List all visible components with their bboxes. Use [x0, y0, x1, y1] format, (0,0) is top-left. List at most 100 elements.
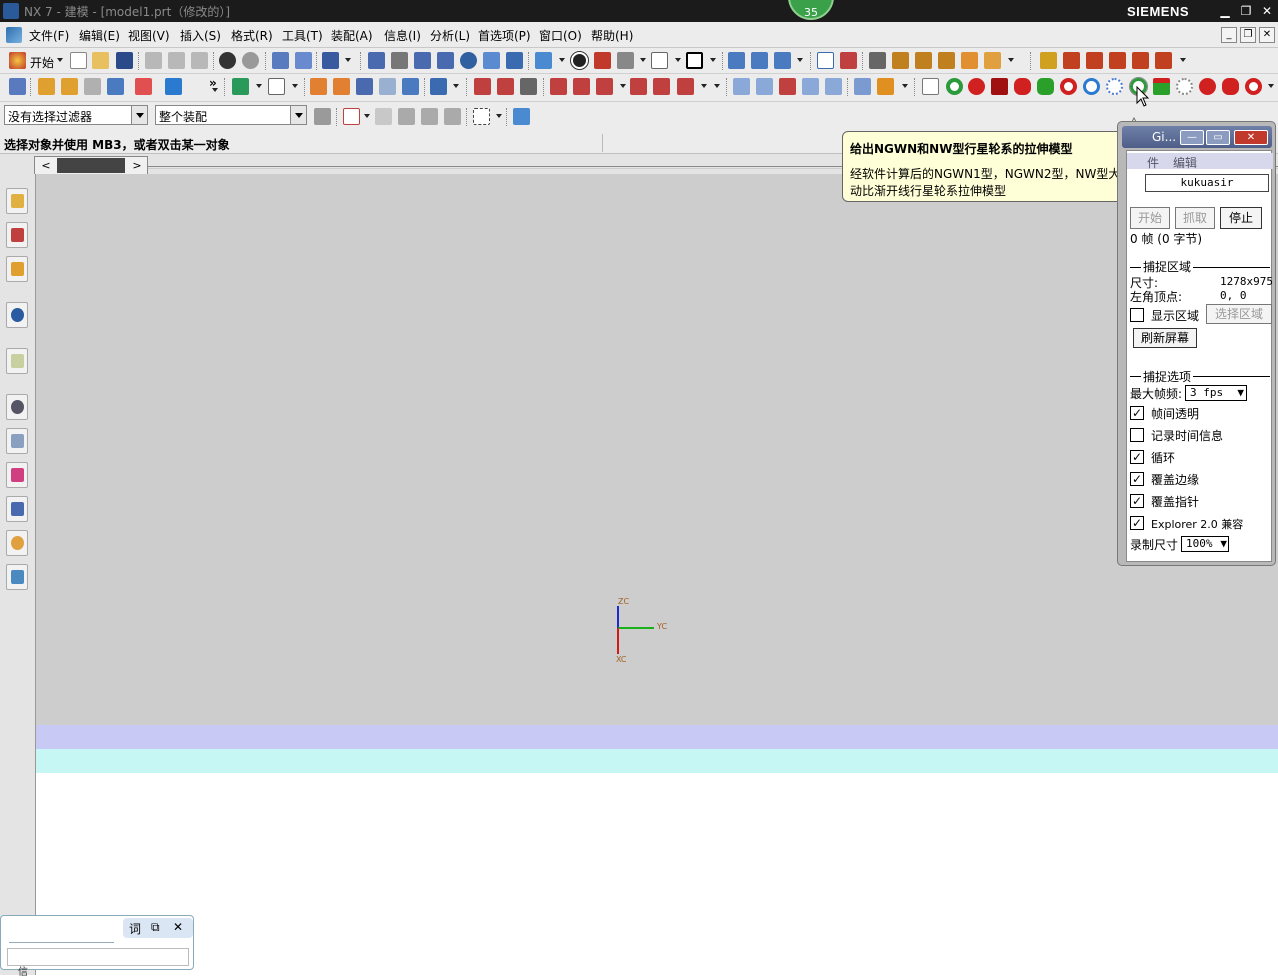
chevron-down-icon[interactable]: ▼: [1220, 537, 1227, 551]
cut-icon[interactable]: [145, 52, 162, 69]
recorder-titlebar[interactable]: Gi... — ▭ ✕: [1122, 126, 1272, 148]
system-scenes-tab[interactable]: [6, 564, 28, 590]
bridge-icon[interactable]: [630, 78, 647, 95]
layout-icon[interactable]: [651, 52, 668, 69]
dictionary-button[interactable]: 词: [129, 920, 141, 937]
curve-wave-icon[interactable]: [520, 78, 537, 95]
menu-help[interactable]: 帮助(H): [591, 27, 633, 44]
spline-icon[interactable]: [497, 78, 514, 95]
gear-ring-red-icon[interactable]: [1060, 78, 1077, 95]
menu-format[interactable]: 格式(R): [231, 27, 273, 44]
type-filter-select[interactable]: 没有选择过滤器: [4, 105, 148, 125]
wrap-icon[interactable]: [677, 78, 694, 95]
revolve-icon[interactable]: [61, 78, 78, 95]
app-menu-icon[interactable]: [6, 27, 22, 43]
gear-red-icon[interactable]: [968, 78, 985, 95]
mdi-close-button[interactable]: ✕: [1259, 27, 1275, 43]
edge-blend-icon[interactable]: [310, 78, 327, 95]
explorer-checkbox[interactable]: ✓: [1130, 516, 1144, 530]
rotate-icon[interactable]: [460, 52, 477, 69]
gear-red2-icon[interactable]: [1199, 78, 1216, 95]
chevron-down-icon[interactable]: [290, 106, 306, 124]
surface-icon[interactable]: [733, 78, 750, 95]
paste-icon[interactable]: [191, 52, 208, 69]
recorder-start-button[interactable]: 开始: [1130, 207, 1170, 229]
wcs-icon[interactable]: [728, 52, 745, 69]
point-set-icon[interactable]: [474, 78, 491, 95]
gear-outline-icon[interactable]: [1106, 78, 1123, 95]
shaded-icon[interactable]: [570, 51, 589, 70]
zoom-icon[interactable]: [391, 52, 408, 69]
perspective-icon[interactable]: [506, 52, 523, 69]
gear-stack-icon[interactable]: [1153, 78, 1170, 95]
gear-green-icon[interactable]: [1037, 78, 1054, 95]
sheet-icon[interactable]: [268, 78, 285, 95]
intersect-icon[interactable]: [573, 78, 590, 95]
chamfer-icon[interactable]: [333, 78, 350, 95]
wcs-display-icon[interactable]: [774, 52, 791, 69]
add-component-icon[interactable]: [232, 78, 249, 95]
transparent-checkbox[interactable]: ✓: [1130, 406, 1144, 420]
angle-icon[interactable]: [915, 52, 932, 69]
face-icon[interactable]: [825, 78, 842, 95]
select-area-button[interactable]: 选择区域: [1206, 304, 1272, 324]
history-tab[interactable]: [6, 394, 28, 420]
cube-view-icon[interactable]: [535, 52, 552, 69]
redo-icon[interactable]: [242, 52, 259, 69]
web-browser-tab[interactable]: [6, 302, 28, 328]
restore-button[interactable]: ❐: [1238, 3, 1254, 19]
fit-icon[interactable]: [368, 52, 385, 69]
split-icon[interactable]: [1109, 52, 1126, 69]
palette-tab[interactable]: [6, 348, 28, 374]
recorder-name-field[interactable]: kukuasir: [1145, 174, 1269, 192]
recorder-close-button[interactable]: ✕: [1234, 130, 1268, 145]
body-icon[interactable]: [402, 78, 419, 95]
recorder-grab-button[interactable]: 抓取: [1175, 207, 1215, 229]
horizontal-scrollbar[interactable]: < >: [34, 156, 148, 175]
part-navigator-tab[interactable]: [6, 222, 28, 248]
open-folder-icon[interactable]: [92, 52, 109, 69]
pointer-checkbox[interactable]: ✓: [1130, 494, 1144, 508]
offset-icon[interactable]: [653, 78, 670, 95]
menu-file[interactable]: 文件(F): [29, 27, 69, 44]
offset-curve-icon[interactable]: [1155, 52, 1172, 69]
close-icon[interactable]: ✕: [173, 920, 183, 934]
timeinfo-checkbox[interactable]: [1130, 428, 1144, 442]
list-tab[interactable]: [6, 428, 28, 454]
recorder-stop-button[interactable]: 停止: [1220, 207, 1262, 229]
mdi-restore-button[interactable]: ❐: [1240, 27, 1256, 43]
point-icon[interactable]: [840, 52, 857, 69]
zoom-in-out-icon[interactable]: [437, 52, 454, 69]
projection-icon[interactable]: [550, 78, 567, 95]
menu-preferences[interactable]: 首选项(P): [478, 27, 531, 44]
knowledge-tab[interactable]: [6, 462, 28, 488]
gear-ring-blue-icon[interactable]: [1083, 78, 1100, 95]
selection-icon[interactable]: [322, 52, 339, 69]
notification-badge[interactable]: 35: [788, 0, 834, 20]
sew-icon[interactable]: [854, 78, 871, 95]
menu-window[interactable]: 窗口(O): [539, 27, 582, 44]
new-file-icon[interactable]: [70, 52, 87, 69]
refresh-screen-button[interactable]: 刷新屏幕: [1133, 328, 1197, 348]
eraser-icon[interactable]: [398, 108, 415, 125]
thicken-icon[interactable]: [877, 78, 894, 95]
extend-icon[interactable]: [1086, 52, 1103, 69]
recorder-minimize-button[interactable]: —: [1180, 130, 1204, 145]
wrench-icon[interactable]: [444, 108, 461, 125]
filter-settings-icon[interactable]: [314, 108, 331, 125]
pan-icon[interactable]: [483, 52, 500, 69]
menu-tools[interactable]: 工具(T): [282, 27, 323, 44]
minimize-button[interactable]: ▁: [1217, 3, 1233, 19]
shell-icon[interactable]: [356, 78, 373, 95]
gear-cylinder-icon[interactable]: [991, 78, 1008, 95]
save-icon[interactable]: [116, 52, 133, 69]
trim-icon[interactable]: [1063, 52, 1080, 69]
scope-select[interactable]: 整个装配: [155, 105, 307, 125]
hidden-line-icon[interactable]: [617, 52, 634, 69]
hole-icon[interactable]: [107, 78, 124, 95]
menu-assembly[interactable]: 装配(A): [331, 27, 373, 44]
snap-icon[interactable]: [343, 108, 360, 125]
render-style-icon[interactable]: [594, 52, 611, 69]
border-checkbox[interactable]: ✓: [1130, 472, 1144, 486]
measure-distance-icon[interactable]: [869, 52, 886, 69]
